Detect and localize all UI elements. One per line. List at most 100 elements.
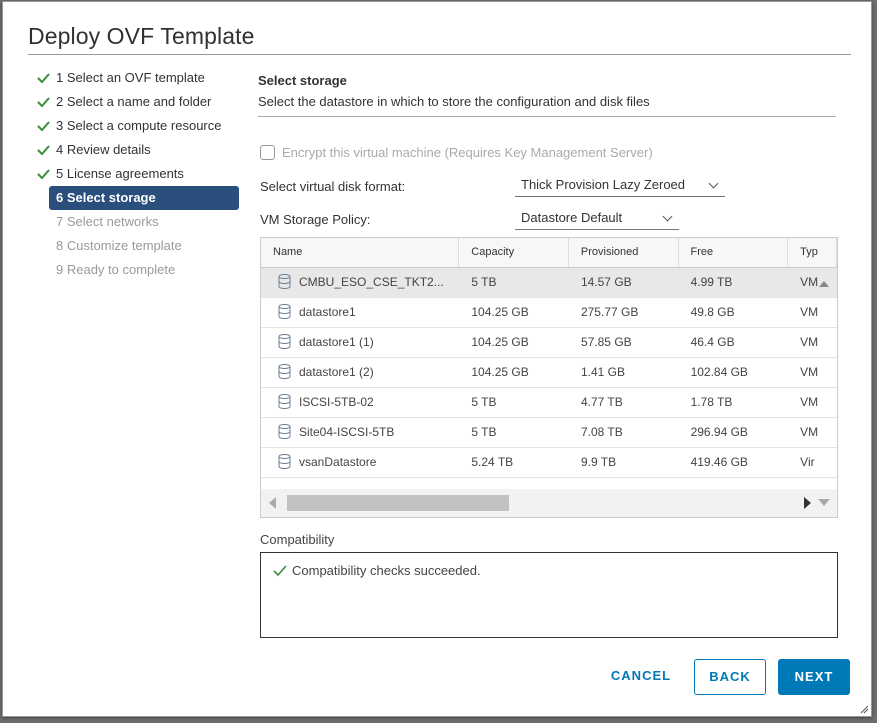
wizard-step-6[interactable]: 6 Select storage xyxy=(49,186,239,210)
grid-header: Name Capacity Provisioned Free Typ xyxy=(261,238,837,268)
back-button[interactable]: BACK xyxy=(694,659,766,695)
compatibility-box: Compatibility checks succeeded. xyxy=(260,552,838,638)
wizard-step-1[interactable]: 1 Select an OVF template xyxy=(34,66,244,90)
wizard-step-2[interactable]: 2 Select a name and folder xyxy=(34,90,244,114)
deploy-ovf-dialog: Deploy OVF Template 1 Select an OVF temp… xyxy=(2,1,872,717)
cell-name: datastore1 (1) xyxy=(261,328,459,357)
wizard-step-label: 9 Ready to complete xyxy=(56,262,176,277)
datastore-name: vsanDatastore xyxy=(299,455,377,469)
datastore-icon xyxy=(278,364,291,379)
cell-provisioned: 4.77 TB xyxy=(580,395,623,409)
cell-name: datastore1 xyxy=(261,298,459,327)
title-divider xyxy=(28,54,851,55)
disk-format-value: Thick Provision Lazy Zeroed xyxy=(521,177,686,192)
scroll-left-arrow-icon[interactable] xyxy=(269,497,277,509)
cell-capacity: 104.25 GB xyxy=(471,335,529,349)
wizard-step-label: 3 Select a compute resource xyxy=(56,118,222,133)
cell-capacity: 104.25 GB xyxy=(471,305,529,319)
wizard-step-7: 7 Select networks xyxy=(34,210,244,234)
cell-capacity: 5 TB xyxy=(471,425,497,439)
cell-type: VM xyxy=(800,275,819,289)
wizard-step-label: 2 Select a name and folder xyxy=(56,94,212,109)
table-row[interactable]: CMBU_ESO_CSE_TKT2... 5 TB 14.57 GB 4.99 TB V… xyxy=(261,268,837,298)
encrypt-label: Encrypt this virtual machine (Requires K… xyxy=(282,145,653,160)
column-header-free[interactable]: Free xyxy=(679,238,789,267)
check-icon xyxy=(37,169,50,180)
scroll-right-arrow-icon[interactable] xyxy=(804,497,812,509)
cell-free: 4.99 TB xyxy=(690,275,733,289)
wizard-step-8: 8 Customize template xyxy=(34,234,244,258)
wizard-step-label: 4 Review details xyxy=(56,142,151,157)
table-row[interactable]: datastore1 (1) 104.25 GB 57.85 GB 46.4 GB VM xyxy=(261,328,837,358)
dialog-title: Deploy OVF Template xyxy=(28,23,255,49)
wizard-step-5[interactable]: 5 License agreements xyxy=(34,162,244,186)
compatibility-label: Compatibility xyxy=(260,532,335,547)
table-row[interactable]: Site04-ISCSI-5TB 5 TB 7.08 TB 296.94 GB VM xyxy=(261,418,837,448)
column-header-name[interactable]: Name xyxy=(261,238,460,267)
section-title: Select storage xyxy=(258,73,347,88)
policy-label: VM Storage Policy: xyxy=(260,212,371,227)
cell-type: VM xyxy=(800,335,819,349)
wizard-step-label: 6 Select storage xyxy=(56,190,156,205)
cell-name: ISCSI-5TB-02 xyxy=(261,388,459,417)
datastore-icon xyxy=(278,304,291,319)
table-row[interactable]: datastore1 104.25 GB 275.77 GB 49.8 GB VM xyxy=(261,298,837,328)
datastore-icon xyxy=(278,454,291,469)
column-header-provisioned[interactable]: Provisioned xyxy=(569,238,679,267)
cell-provisioned: 7.08 TB xyxy=(580,425,623,439)
column-header-capacity[interactable]: Capacity xyxy=(459,238,569,267)
cell-type: VM xyxy=(800,395,819,409)
encrypt-option: Encrypt this virtual machine (Requires K… xyxy=(260,145,653,160)
horizontal-scrollbar[interactable] xyxy=(261,489,837,517)
chevron-down-icon xyxy=(662,211,673,222)
policy-select[interactable]: Datastore Default xyxy=(515,208,679,230)
check-icon xyxy=(37,145,50,156)
table-row[interactable]: ISCSI-5TB-02 5 TB 4.77 TB 1.78 TB VM xyxy=(261,388,837,418)
datastore-name: datastore1 (1) xyxy=(299,335,374,349)
column-header-type[interactable]: Typ xyxy=(788,238,837,267)
disk-format-select[interactable]: Thick Provision Lazy Zeroed xyxy=(515,175,725,197)
table-row[interactable]: datastore1 (2) 104.25 GB 1.41 GB 102.84 GB V… xyxy=(261,358,837,388)
wizard-step-label: 8 Customize template xyxy=(56,238,182,253)
policy-value: Datastore Default xyxy=(521,210,623,225)
wizard-step-3[interactable]: 3 Select a compute resource xyxy=(34,114,244,138)
cell-free: 46.4 GB xyxy=(690,335,735,349)
datastore-name: CMBU_ESO_CSE_TKT2... xyxy=(299,275,444,289)
next-button[interactable]: NEXT xyxy=(778,659,850,695)
wizard-step-label: 5 License agreements xyxy=(56,166,184,181)
resize-handle-icon[interactable] xyxy=(859,704,869,714)
encrypt-checkbox[interactable] xyxy=(260,145,275,160)
cell-type: Vir xyxy=(800,455,815,469)
datastore-name: datastore1 xyxy=(299,305,356,319)
datastore-name: ISCSI-5TB-02 xyxy=(299,395,374,409)
cell-free: 296.94 GB xyxy=(690,425,748,439)
horizontal-scroll-thumb[interactable] xyxy=(287,495,509,511)
datastore-icon xyxy=(278,424,291,439)
scroll-down-arrow-icon[interactable] xyxy=(818,499,830,506)
cell-provisioned: 14.57 GB xyxy=(580,275,632,289)
datastore-name: Site04-ISCSI-5TB xyxy=(299,425,395,439)
wizard-step-9: 9 Ready to complete xyxy=(34,258,244,282)
check-icon xyxy=(273,565,287,577)
cell-name: Site04-ISCSI-5TB xyxy=(261,418,459,447)
scroll-up-arrow-icon[interactable] xyxy=(819,281,829,287)
cell-type: VM xyxy=(800,305,819,319)
cancel-button[interactable]: CANCEL xyxy=(600,659,682,695)
check-icon xyxy=(37,121,50,132)
cell-provisioned: 275.77 GB xyxy=(580,305,639,319)
cell-capacity: 5.24 TB xyxy=(471,455,514,469)
wizard-step-4[interactable]: 4 Review details xyxy=(34,138,244,162)
table-row[interactable]: vsanDatastore 5.24 TB 9.9 TB 419.46 GB Vir xyxy=(261,448,837,478)
cell-name: datastore1 (2) xyxy=(261,358,459,387)
cell-provisioned: 1.41 GB xyxy=(580,365,625,379)
compatibility-message: Compatibility checks succeeded. xyxy=(292,563,481,578)
check-icon xyxy=(37,97,50,108)
main-panel: Select storage Select the datastore in w… xyxy=(258,66,838,638)
cell-type: VM xyxy=(800,365,819,379)
cell-free: 419.46 GB xyxy=(690,455,748,469)
cell-free: 102.84 GB xyxy=(690,365,748,379)
wizard-steps: 1 Select an OVF template 2 Select a name … xyxy=(34,66,244,282)
cell-capacity: 104.25 GB xyxy=(471,365,529,379)
datastore-icon xyxy=(278,274,291,289)
cell-name: vsanDatastore xyxy=(261,448,459,477)
